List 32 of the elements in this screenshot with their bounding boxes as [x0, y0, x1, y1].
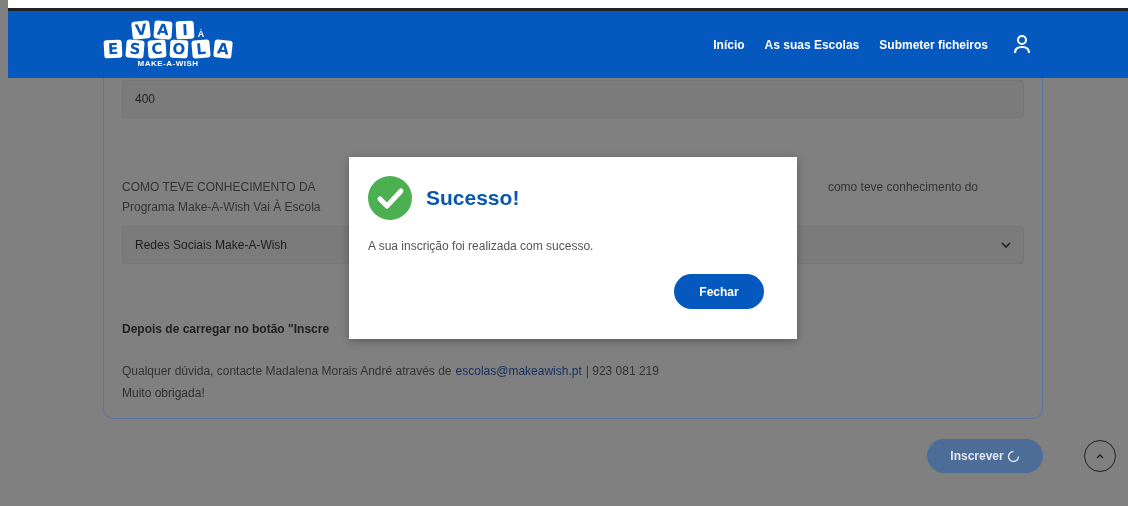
- question-label: Programa Make-A-Wish Vai À Escola: [122, 200, 322, 214]
- logo[interactable]: V A I À E S C O L A MAKE-A-WISH: [104, 21, 232, 68]
- close-button[interactable]: Fechar: [674, 274, 764, 309]
- contact-text: Qualquer dúvida, contacte Madalena Morais André através de: [122, 364, 452, 378]
- dialog-title: Sucesso!: [426, 186, 520, 210]
- logo-letter-tile: A: [153, 20, 173, 40]
- logo-letter-tile: O: [169, 39, 189, 59]
- dialog-message: A sua inscrição foi realizada com sucesso.: [368, 239, 595, 253]
- logo-tagline: MAKE-A-WISH: [137, 59, 199, 68]
- logo-letter-tile: I: [175, 20, 195, 40]
- logo-accent: À: [197, 29, 205, 39]
- phone-text: | 923 081 219: [585, 364, 659, 378]
- check-circle-icon: [368, 176, 412, 220]
- logo-letter-tile: V: [130, 20, 151, 40]
- user-icon[interactable]: [1014, 34, 1030, 55]
- quantity-field[interactable]: 400: [122, 80, 1024, 118]
- question-label: como teve conhecimento do: [827, 180, 978, 194]
- note-text: Depois de carregar no botão "Inscre: [122, 322, 331, 336]
- logo-letter-tile: A: [213, 39, 233, 59]
- nav-link[interactable]: Início: [713, 37, 745, 52]
- logo-letter-tile: L: [191, 39, 211, 59]
- nav-link[interactable]: As suas Escolas: [764, 37, 860, 52]
- email-link[interactable]: escolas@makeawish.pt: [455, 364, 582, 378]
- logo-letter-tile: E: [103, 39, 123, 59]
- chevron-down-icon: [1001, 242, 1011, 248]
- logo-letter-tile: S: [125, 39, 145, 59]
- question-label: COMO TEVE CONHECIMENTO DA: [122, 180, 316, 194]
- logo-letter-tile: C: [147, 39, 167, 59]
- chevron-up-icon: [1096, 453, 1104, 459]
- nav-link[interactable]: Submeter ficheiros: [879, 37, 988, 52]
- spinner-icon: [1006, 449, 1020, 463]
- thanks-text: Muito obrigada!: [122, 386, 206, 400]
